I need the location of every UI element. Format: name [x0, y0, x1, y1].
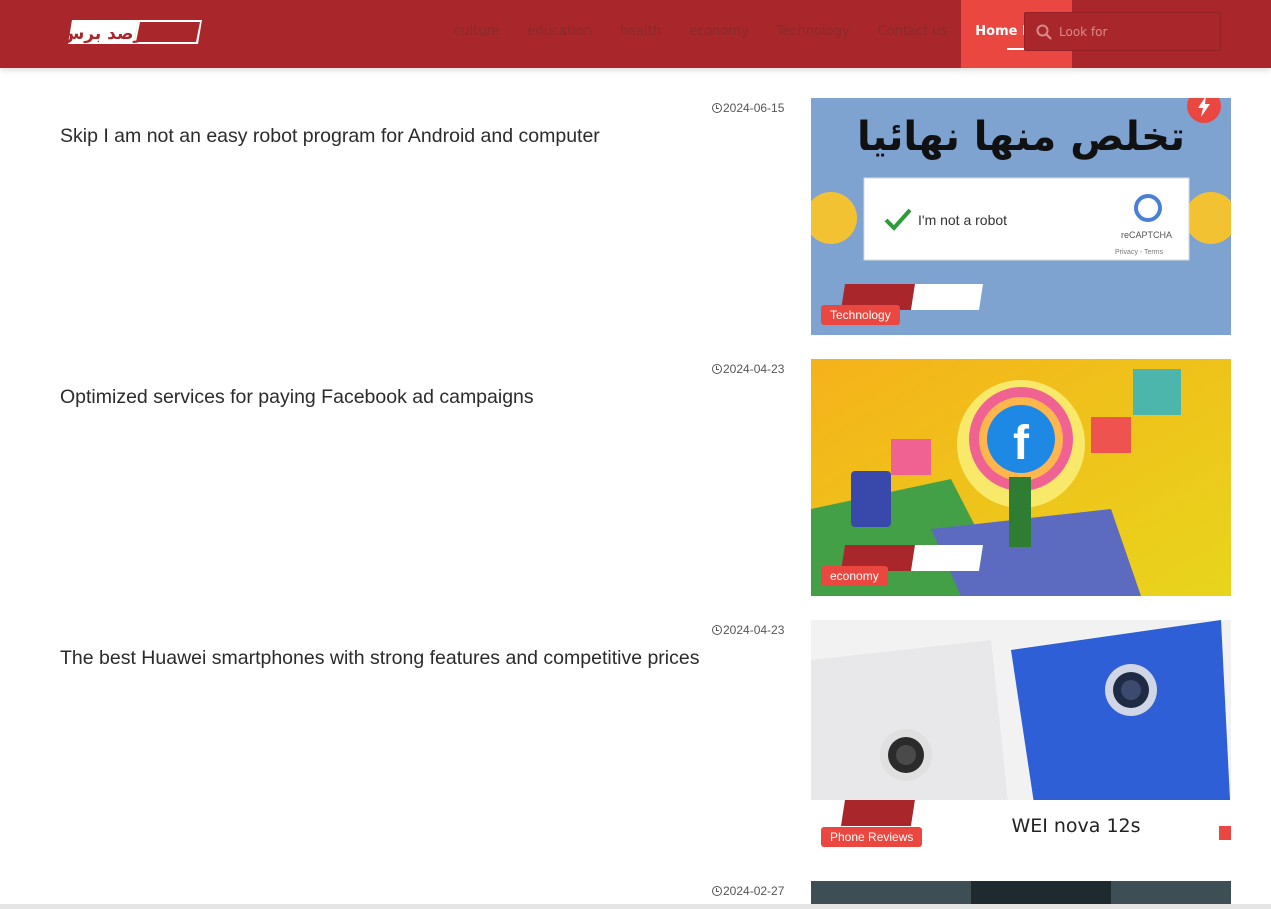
- main-nav: culture education health economy Technol…: [440, 0, 1073, 68]
- article-thumbnail[interactable]: f economy: [811, 359, 1231, 596]
- clock-icon: [712, 625, 722, 635]
- category-badge[interactable]: economy: [821, 566, 888, 586]
- captcha-links: Privacy - Terms: [1115, 249, 1164, 256]
- site-logo[interactable]: رصد برس: [66, 16, 204, 48]
- trending-flash-icon: [1187, 98, 1221, 123]
- search-box: [1024, 12, 1221, 51]
- clock-icon: [712, 886, 722, 896]
- search-input[interactable]: [1059, 19, 1214, 45]
- article-item: 2024-06-15 Skip I am not an easy robot p…: [0, 98, 1271, 335]
- site-header: رصد برس culture education health economy…: [0, 0, 1271, 68]
- article-date: 2024-06-15: [712, 101, 784, 115]
- captcha-label: I'm not a robot: [918, 212, 1007, 228]
- bottom-divider: [0, 904, 1271, 909]
- article-title[interactable]: The best Huawei smartphones with strong …: [60, 647, 699, 670]
- category-badge[interactable]: Phone Reviews: [821, 827, 923, 847]
- article-thumbnail[interactable]: تخلص منها نهائيا I'm not a robot reCAPTC…: [811, 98, 1231, 335]
- svg-text:f: f: [1013, 417, 1030, 470]
- article-title[interactable]: Optimized services for paying Facebook a…: [60, 386, 534, 409]
- article-date: 2024-04-23: [712, 623, 784, 637]
- article-date: 2024-02-27: [712, 884, 784, 898]
- article-thumbnail[interactable]: WEI nova 12s Phone Reviews: [811, 620, 1231, 857]
- phones-graphic: WEI nova 12s: [811, 620, 1231, 857]
- product-name: WEI nova 12s: [1011, 815, 1140, 837]
- article-date: 2024-04-23: [712, 362, 784, 376]
- article-item: 2024-04-23 Optimized services for paying…: [0, 359, 1271, 596]
- logo-text: رصد برس: [66, 24, 143, 44]
- facebook-graphic: f: [811, 359, 1231, 596]
- category-badge[interactable]: Technology: [821, 305, 900, 325]
- search-icon[interactable]: [1035, 23, 1053, 41]
- article-title[interactable]: Skip I am not an easy robot program for …: [60, 125, 600, 148]
- nav-contact-us[interactable]: Contact us: [864, 0, 962, 68]
- captcha-graphic: تخلص منها نهائيا I'm not a robot reCAPTC…: [811, 98, 1231, 335]
- nav-technology[interactable]: Technology: [763, 0, 864, 68]
- clock-icon: [712, 103, 722, 113]
- nav-health[interactable]: health: [606, 0, 675, 68]
- image-headline: تخلص منها نهائيا: [857, 114, 1185, 160]
- clock-icon: [712, 364, 722, 374]
- article-item: 2024-04-23 The best Huawei smartphones w…: [0, 620, 1271, 857]
- nav-culture[interactable]: culture: [440, 0, 513, 68]
- nav-economy[interactable]: economy: [675, 0, 763, 68]
- nav-education[interactable]: education: [513, 0, 606, 68]
- captcha-brand: reCAPTCHA: [1121, 230, 1172, 240]
